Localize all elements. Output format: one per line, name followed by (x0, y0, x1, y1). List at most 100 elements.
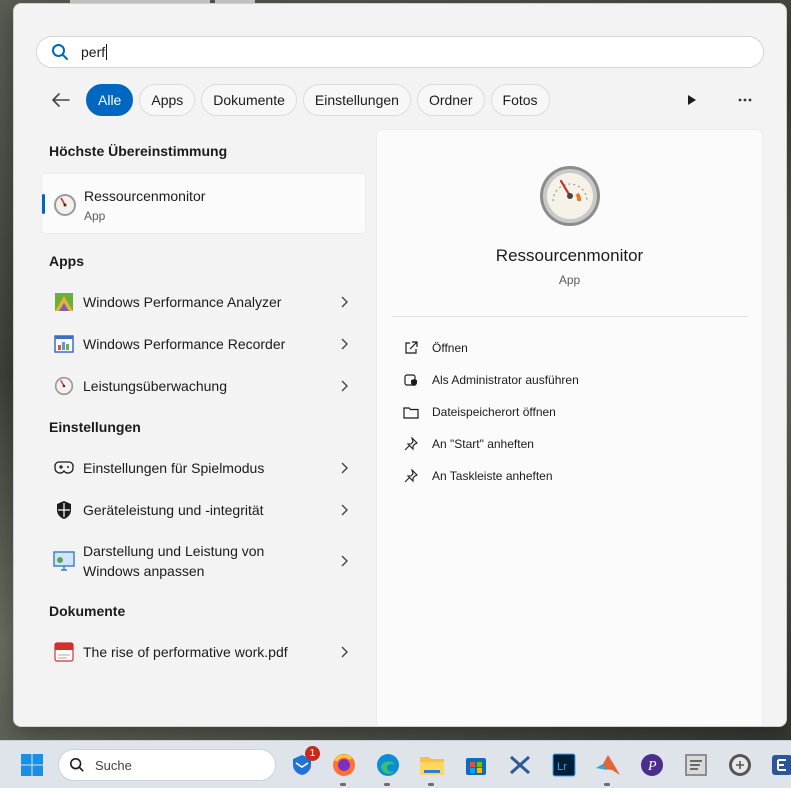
lightroom-app[interactable]: Lr (548, 749, 580, 781)
chevron-right-icon (341, 646, 348, 658)
lightroom-icon: Lr (552, 753, 576, 777)
monitor-icon (53, 550, 75, 572)
filter-folders[interactable]: Ordner (416, 84, 485, 116)
texmaker-icon (685, 754, 707, 776)
chevron-right-icon (341, 462, 348, 474)
list-item-label: Windows Performance Analyzer (83, 294, 282, 310)
performance-analyzer-icon (53, 291, 75, 313)
filter-bar: Alle Apps Dokumente Einstellungen Ordner… (46, 84, 556, 116)
e-app-icon (772, 755, 791, 775)
list-item[interactable]: Darstellung und Leistung von Windows anp… (41, 535, 366, 587)
more-filters-button[interactable] (680, 88, 704, 112)
matlab-icon (596, 755, 620, 775)
open-external-icon (403, 340, 419, 356)
app-p[interactable]: P (636, 749, 668, 781)
list-item[interactable]: The rise of performative work.pdf (41, 632, 366, 672)
list-item-label: Darstellung und Leistung von Windows anp… (83, 543, 265, 579)
store-app[interactable] (460, 749, 492, 781)
list-item[interactable]: Windows Performance Recorder (41, 324, 366, 364)
edge-app[interactable] (372, 749, 404, 786)
app-knot[interactable] (504, 749, 536, 781)
svg-text:Lr: Lr (557, 761, 567, 773)
list-item[interactable]: Einstellungen für Spielmodus (41, 448, 366, 488)
taskbar-search-label: Suche (95, 757, 132, 773)
action-run-as-admin[interactable]: Als Administrator ausführen (403, 369, 579, 391)
store-icon (466, 758, 486, 775)
action-label: Öffnen (432, 341, 468, 355)
matlab-app[interactable] (592, 749, 624, 786)
list-item-label: The rise of performative work.pdf (83, 644, 288, 660)
best-match-name: Ressourcenmonitor (84, 188, 206, 204)
running-indicator (340, 783, 346, 786)
list-item[interactable]: Leistungsüberwachung (41, 366, 366, 406)
gauge-icon (54, 194, 76, 216)
action-label: Dateispeicherort öffnen (432, 405, 556, 419)
back-button[interactable] (46, 85, 76, 115)
search-icon (52, 44, 68, 60)
divider (392, 316, 748, 317)
best-match-item[interactable]: Ressourcenmonitor App (41, 173, 366, 234)
start-button[interactable] (16, 749, 48, 781)
filter-settings[interactable]: Einstellungen (302, 84, 411, 116)
texmaker-app[interactable] (680, 749, 712, 781)
shield-icon (53, 499, 75, 521)
folder-icon (403, 404, 419, 420)
chevron-right-icon (341, 338, 348, 350)
notification-badge: 1 (305, 746, 320, 761)
best-match-type: App (84, 209, 106, 223)
action-label: An Taskleiste anheften (432, 469, 553, 483)
settings-heading: Einstellungen (49, 419, 141, 435)
list-item-label: Einstellungen für Spielmodus (83, 460, 265, 476)
list-item-label: Windows Performance Recorder (83, 336, 286, 352)
action-pin-taskbar[interactable]: An Taskleiste anheften (403, 465, 553, 487)
list-item-label: Geräteleistung und -integrität (83, 502, 264, 518)
mail-app[interactable]: 1 (286, 746, 320, 781)
filter-photos[interactable]: Fotos (490, 84, 550, 116)
search-input[interactable]: perf (36, 36, 764, 68)
taskbar-search[interactable]: Suche (58, 749, 276, 781)
folder-icon (420, 757, 444, 775)
start-search-panel: perf Alle Apps Dokumente Einstellungen O… (13, 3, 787, 727)
chevron-right-icon (341, 380, 348, 392)
chevron-right-icon (341, 504, 348, 516)
running-indicator (428, 783, 434, 786)
gauge-icon (53, 375, 75, 397)
knot-app-icon (510, 755, 530, 775)
filter-documents[interactable]: Dokumente (201, 84, 297, 116)
action-open[interactable]: Öffnen (403, 337, 468, 359)
options-button[interactable] (733, 88, 757, 112)
running-indicator (384, 783, 390, 786)
list-item-label: Leistungsüberwachung (83, 378, 227, 394)
pin-icon (403, 468, 419, 484)
running-indicator (604, 783, 610, 786)
pdf-icon (53, 641, 75, 663)
search-icon (69, 757, 84, 772)
list-item[interactable]: Geräteleistung und -integrität (41, 490, 366, 530)
list-item[interactable]: Windows Performance Analyzer (41, 282, 366, 322)
badge-2016-icon (729, 754, 751, 776)
detail-type: App (558, 273, 581, 287)
chevron-right-icon (341, 296, 348, 308)
back-arrow-icon (52, 93, 70, 107)
app-2016[interactable] (724, 749, 756, 781)
text-caret (106, 44, 108, 60)
performance-recorder-icon (53, 333, 75, 355)
action-open-location[interactable]: Dateispeicherort öffnen (403, 401, 556, 423)
app-e[interactable] (766, 749, 791, 781)
firefox-app[interactable] (328, 749, 360, 786)
firefox-icon (333, 754, 355, 776)
more-icon (738, 98, 752, 102)
filter-all[interactable]: Alle (86, 84, 134, 116)
chevron-right-icon (341, 555, 348, 567)
action-label: Als Administrator ausführen (432, 373, 579, 387)
action-pin-start[interactable]: An "Start" anheften (403, 433, 534, 455)
windows-logo-icon (21, 754, 43, 776)
filter-apps[interactable]: Apps (139, 84, 196, 116)
file-explorer-app[interactable] (416, 749, 448, 786)
p-app-icon: P (641, 754, 663, 776)
gauge-icon (540, 166, 600, 226)
best-match-heading: Höchste Übereinstimmung (49, 143, 228, 159)
edge-icon (377, 754, 399, 776)
apps-heading: Apps (49, 253, 84, 269)
gamepad-icon (53, 457, 75, 479)
